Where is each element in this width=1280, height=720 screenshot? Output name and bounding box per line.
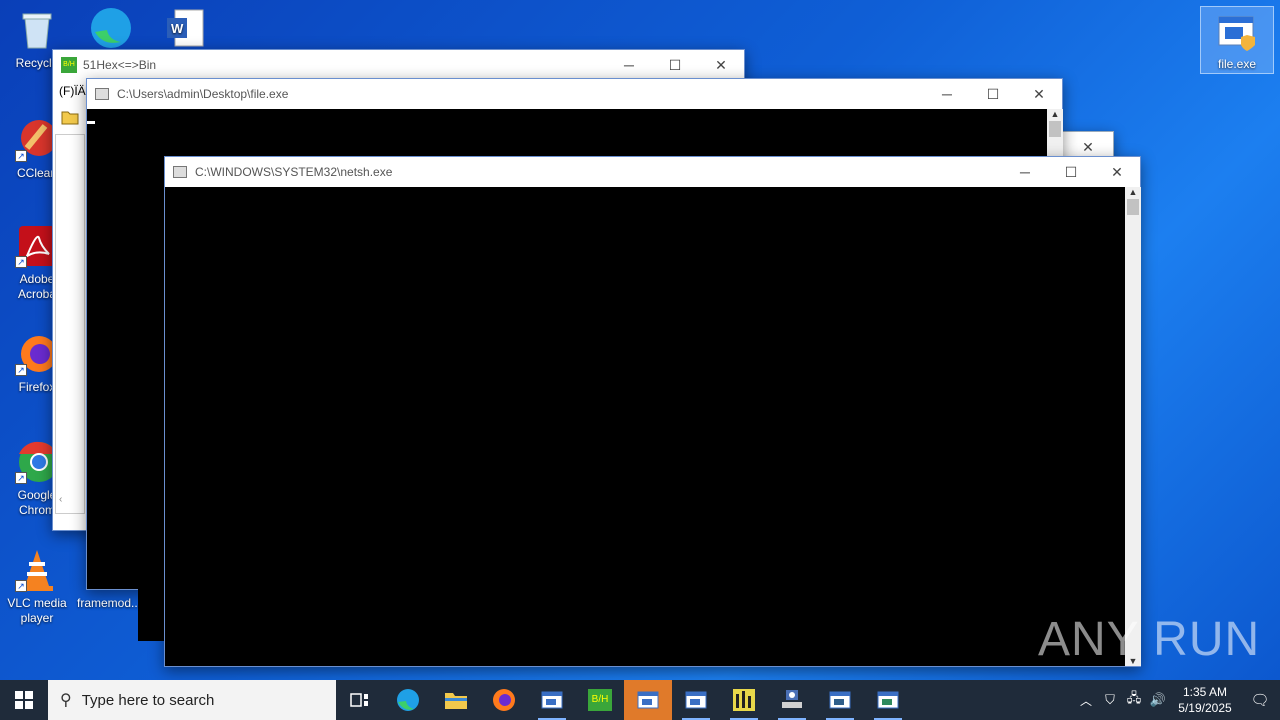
volume-icon[interactable]: 🔊 — [1146, 692, 1170, 708]
taskbar-search-box[interactable]: ⚲ Type here to search — [48, 680, 336, 720]
scroll-thumb[interactable] — [1049, 121, 1061, 137]
start-button[interactable] — [0, 680, 48, 720]
console-window-icon — [541, 691, 563, 709]
clock-time: 1:35 AM — [1182, 685, 1228, 699]
console-window-icon — [877, 691, 899, 709]
console-window-icon — [685, 691, 707, 709]
bars-app-icon — [733, 689, 755, 711]
task-view-icon — [350, 693, 368, 707]
notifications-icon[interactable]: 🗨 — [1240, 691, 1280, 709]
window-title: C:\WINDOWS\SYSTEM32\netsh.exe — [195, 165, 393, 179]
scroll-thumb[interactable] — [1127, 199, 1139, 215]
open-folder-icon[interactable] — [59, 106, 83, 128]
desktop-icon-edge[interactable] — [74, 6, 148, 54]
shortcut-arrow-icon: ↗ — [15, 364, 27, 376]
taskbar-edge[interactable] — [384, 680, 432, 720]
netsh-console-window[interactable]: C:\WINDOWS\SYSTEM32\netsh.exe ─ ☐ ✕ ▲ ▼ — [164, 156, 1141, 667]
minimize-button[interactable]: ─ — [1002, 157, 1048, 187]
minimize-button[interactable]: ─ — [924, 79, 970, 109]
svg-text:W: W — [171, 21, 184, 36]
window-title: C:\Users\admin\Desktop\file.exe — [117, 87, 289, 101]
scroll-up-icon[interactable]: ▲ — [1125, 187, 1141, 197]
desktop-icon-label: file.exe — [1217, 57, 1257, 71]
taskbar-console-active[interactable] — [624, 680, 672, 720]
hexbin-scroll-left-icon[interactable]: ‹ — [59, 494, 62, 505]
anyrun-watermark: ANY RUN — [1038, 613, 1261, 666]
recycle-bin-icon — [15, 8, 59, 52]
shortcut-arrow-icon: ↗ — [15, 580, 27, 592]
windows-logo-icon — [15, 691, 33, 709]
hexbin-app-icon: B/H — [61, 57, 77, 73]
maximize-button[interactable]: ☐ — [1048, 157, 1094, 187]
netsh-titlebar[interactable]: C:\WINDOWS\SYSTEM32\netsh.exe ─ ☐ ✕ — [165, 157, 1140, 187]
hexbin-app-icon: B/H — [588, 689, 612, 711]
hexbin-titlebar[interactable]: B/H 51Hex<=>Bin ─ ☐ ✕ — [53, 50, 744, 80]
console-window-icon — [637, 691, 659, 709]
console-cursor — [87, 121, 95, 124]
vlc-cone-icon: ↗ — [15, 548, 59, 592]
firefox-icon — [493, 689, 515, 711]
file-exe-titlebar[interactable]: C:\Users\admin\Desktop\file.exe ─ ☐ ✕ — [87, 79, 1062, 109]
close-button[interactable]: ✕ — [698, 50, 744, 80]
search-placeholder: Type here to search — [81, 691, 215, 709]
shortcut-arrow-icon: ↗ — [15, 256, 27, 268]
network-tool-icon — [782, 690, 802, 708]
taskbar-tool-app[interactable] — [720, 680, 768, 720]
console-window-icon — [829, 691, 851, 709]
taskbar-firefox[interactable] — [480, 680, 528, 720]
taskbar-file-explorer[interactable] — [432, 680, 480, 720]
desktop-icon-vlc[interactable]: ↗ VLC media player — [0, 548, 74, 626]
search-icon: ⚲ — [60, 692, 72, 709]
desktop-icon-label: framemod... — [76, 596, 142, 610]
hexbin-menu-file[interactable]: (F)ÏÄ — [59, 84, 86, 98]
taskbar-console-4[interactable] — [864, 680, 912, 720]
desktop-icon-file-exe[interactable]: file.exe — [1200, 6, 1274, 74]
taskbar-clock[interactable]: 1:35 AM 5/19/2025 — [1170, 684, 1240, 716]
system-tray: ︿ ⛉ 🖧 🔊 1:35 AM 5/19/2025 🗨 — [1074, 680, 1280, 720]
clock-date: 5/19/2025 — [1178, 701, 1232, 715]
desktop-icon-framemod[interactable]: framemod... — [72, 596, 146, 611]
security-icon[interactable]: ⛉ — [1098, 692, 1122, 708]
shortcut-arrow-icon: ↗ — [15, 472, 27, 484]
window-title: 51Hex<=>Bin — [83, 58, 157, 72]
edge-icon — [89, 6, 133, 50]
taskbar-hexbin[interactable]: B/H — [576, 680, 624, 720]
executable-icon — [1215, 13, 1259, 53]
close-button[interactable]: ✕ — [1094, 157, 1140, 187]
task-view-button[interactable] — [336, 680, 384, 720]
minimize-button[interactable]: ─ — [606, 50, 652, 80]
desktop-icon-word[interactable]: W — [148, 6, 222, 54]
taskbar-console-1[interactable] — [528, 680, 576, 720]
close-button[interactable]: ✕ — [1016, 79, 1062, 109]
netsh-console-output[interactable] — [165, 187, 1125, 666]
shortcut-arrow-icon: ↗ — [15, 150, 27, 162]
console-icon — [173, 166, 187, 178]
word-document-icon: W — [163, 6, 207, 50]
taskbar-console-2[interactable] — [672, 680, 720, 720]
taskbar: ⚲ Type here to search B/H ︿ ⛉ 🖧 🔊 1:35 A… — [0, 680, 1280, 720]
taskbar-console-3[interactable] — [816, 680, 864, 720]
console-icon — [95, 88, 109, 100]
taskbar-network-app[interactable] — [768, 680, 816, 720]
edge-icon — [397, 689, 419, 711]
hexbin-content-area — [55, 134, 85, 514]
maximize-button[interactable]: ☐ — [652, 50, 698, 80]
network-icon[interactable]: 🖧 — [1122, 689, 1146, 711]
folder-icon — [445, 693, 467, 709]
maximize-button[interactable]: ☐ — [970, 79, 1016, 109]
scroll-up-icon[interactable]: ▲ — [1047, 109, 1063, 119]
desktop-icon-label: VLC media player — [7, 596, 67, 625]
chevron-up-icon[interactable]: ︿ — [1074, 692, 1098, 709]
netsh-scrollbar[interactable]: ▲ ▼ — [1125, 187, 1141, 666]
